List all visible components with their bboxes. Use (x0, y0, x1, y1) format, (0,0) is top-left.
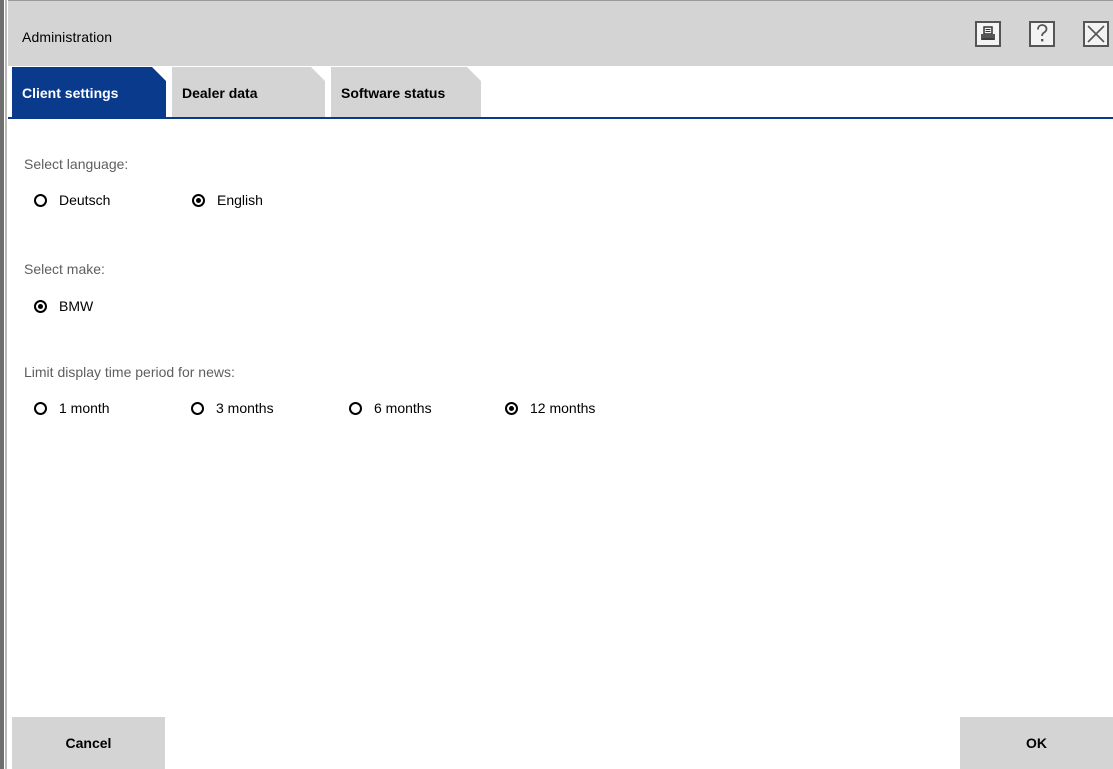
radio-label: 3 months (216, 400, 274, 416)
radio-news-6-months[interactable]: 6 months (349, 400, 432, 416)
tab-label: Dealer data (182, 84, 258, 101)
radio-circle (349, 401, 362, 415)
radio-circle (34, 401, 47, 415)
radio-circle-selected (505, 401, 518, 415)
tab-label: Software status (341, 84, 446, 101)
cancel-button[interactable]: Cancel (12, 717, 165, 769)
help-icon[interactable] (1029, 21, 1055, 47)
radio-news-3-months[interactable]: 3 months (191, 400, 274, 416)
radio-circle (34, 193, 47, 207)
radio-label: BMW (59, 298, 94, 314)
printer-icon[interactable] (975, 21, 1001, 47)
close-icon[interactable] (1083, 21, 1109, 47)
radio-news-12-months[interactable]: 12 months (505, 400, 595, 416)
tab-dealer-data[interactable]: Dealer data (172, 67, 325, 118)
select-make-label: Select make: (24, 261, 105, 277)
radio-news-1-month[interactable]: 1 month (34, 400, 110, 416)
left-rail (0, 0, 7, 769)
radio-circle-selected (34, 299, 47, 313)
client-settings-panel: Select language: Deutsch English Select … (8, 119, 1113, 717)
ok-button[interactable]: OK (960, 717, 1113, 769)
radio-circle-selected (192, 193, 205, 207)
footer-bar: Cancel OK (8, 717, 1113, 769)
tab-software-status[interactable]: Software status (331, 67, 481, 118)
radio-label: 6 months (374, 400, 432, 416)
tab-label: Client settings (22, 84, 119, 101)
radio-label: Deutsch (59, 192, 111, 208)
radio-make-bmw[interactable]: BMW (34, 298, 93, 314)
radio-language-english[interactable]: English (192, 192, 263, 208)
window-title: Administration (22, 29, 113, 45)
tab-client-settings[interactable]: Client settings (12, 67, 166, 118)
radio-label: 1 month (59, 400, 110, 416)
tab-bar: Client settings Dealer data Software sta… (8, 67, 1113, 119)
select-language-label: Select language: (24, 156, 129, 172)
news-period-label: Limit display time period for news: (24, 364, 235, 380)
radio-circle (191, 401, 204, 415)
radio-label: English (217, 192, 263, 208)
radio-label: 12 months (530, 400, 596, 416)
radio-language-deutsch[interactable]: Deutsch (34, 192, 110, 208)
title-bar: Administration (8, 0, 1113, 66)
